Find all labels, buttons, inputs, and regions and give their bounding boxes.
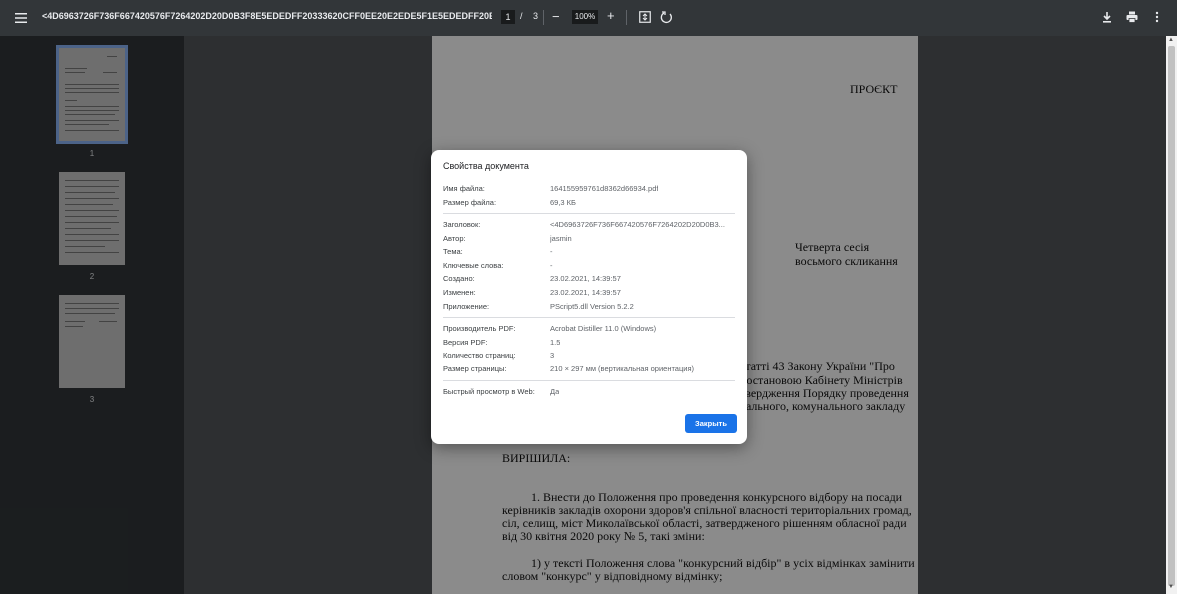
property-label: Ключевые слова:	[443, 261, 504, 270]
property-label: Приложение:	[443, 302, 490, 311]
close-button[interactable]: Закрыть	[685, 414, 737, 433]
property-value: 164155959761d8362d66934.pdf	[550, 184, 659, 193]
rotate-icon[interactable]	[660, 10, 674, 24]
scroll-down-arrow-icon[interactable]: ▼	[1168, 584, 1174, 590]
property-row-title: Заголовок: <4D6963726F736F667420576F7264…	[443, 220, 737, 232]
page-separator: /	[520, 11, 523, 21]
property-label: Тема:	[443, 247, 463, 256]
property-value: 23.02.2021, 14:39:57	[550, 274, 621, 283]
property-value: 3	[550, 351, 555, 360]
zoom-out-button[interactable]: −	[552, 10, 560, 24]
pdf-toolbar: <4D6963726F736F667420576F7264202D20D0B3F…	[0, 0, 1177, 36]
property-row-modified: Изменен: 23.02.2021, 14:39:57	[443, 288, 737, 300]
property-value: PScript5.dll Version 5.2.2	[550, 302, 634, 311]
property-label: Заголовок:	[443, 220, 481, 229]
property-label: Имя файла:	[443, 184, 485, 193]
property-value: 23.02.2021, 14:39:57	[550, 288, 621, 297]
property-row-fast-web-view: Быстрый просмотр в Web: Да	[443, 387, 737, 399]
section-divider	[443, 380, 735, 381]
property-row-pdf-producer: Производитель PDF: Acrobat Distiller 11.…	[443, 324, 737, 336]
property-label: Автор:	[443, 234, 466, 243]
property-row-subject: Тема: -	[443, 247, 737, 259]
property-value: Да	[550, 387, 560, 396]
property-row-file-size: Размер файла: 69,3 КБ	[443, 198, 737, 210]
menu-icon[interactable]	[14, 11, 28, 25]
property-row-pdf-version: Версия PDF: 1.5	[443, 338, 737, 350]
property-label: Размер страницы:	[443, 364, 507, 373]
property-label: Изменен:	[443, 288, 476, 297]
property-label: Создано:	[443, 274, 475, 283]
property-value: 210 × 297 мм (вертикальная ориентация)	[550, 364, 695, 373]
property-value: -	[550, 247, 553, 256]
property-value: <4D6963726F736F667420576F7264202D20D0B3.…	[550, 220, 725, 229]
download-icon[interactable]	[1100, 10, 1114, 24]
dialog-title: Свойства документа	[443, 161, 529, 171]
property-value: 69,3 КБ	[550, 198, 576, 207]
more-vert-icon[interactable]	[1151, 10, 1163, 24]
section-divider	[443, 317, 735, 318]
toolbar-divider	[626, 10, 627, 25]
vertical-scrollbar[interactable]: ▲ ▼	[1166, 36, 1177, 594]
zoom-in-button[interactable]: +	[607, 9, 615, 23]
property-value: Acrobat Distiller 11.0 (Windows)	[550, 324, 657, 333]
property-label: Версия PDF:	[443, 338, 488, 347]
property-label: Быстрый просмотр в Web:	[443, 387, 535, 396]
property-label: Количество страниц:	[443, 351, 516, 360]
fit-page-icon[interactable]	[639, 11, 651, 23]
property-value: -	[550, 261, 553, 270]
print-icon[interactable]	[1125, 10, 1139, 24]
property-row-application: Приложение: PScript5.dll Version 5.2.2	[443, 302, 737, 314]
document-title: <4D6963726F736F667420576F7264202D20D0B3F…	[42, 11, 492, 21]
page-number-input[interactable]: 1	[501, 10, 515, 24]
property-row-keywords: Ключевые слова: -	[443, 261, 737, 273]
section-divider	[443, 213, 735, 214]
property-row-author: Автор: jasmin	[443, 234, 737, 246]
scrollbar-thumb[interactable]	[1168, 46, 1175, 586]
property-row-page-size: Размер страницы: 210 × 297 мм (вертикаль…	[443, 364, 737, 376]
property-value: jasmin	[550, 234, 572, 243]
property-label: Производитель PDF:	[443, 324, 516, 333]
page-total: 3	[533, 11, 539, 21]
property-row-file-name: Имя файла: 164155959761d8362d66934.pdf	[443, 184, 737, 196]
zoom-level-input[interactable]: 100%	[572, 10, 598, 24]
property-label: Размер файла:	[443, 198, 497, 207]
property-row-created: Создано: 23.02.2021, 14:39:57	[443, 274, 737, 286]
property-row-page-count: Количество страниц: 3	[443, 351, 737, 363]
document-properties-dialog: Свойства документа Имя файла: 1641559597…	[431, 150, 747, 444]
scroll-up-arrow-icon[interactable]: ▲	[1168, 37, 1174, 43]
toolbar-divider	[543, 10, 544, 25]
property-value: 1.5	[550, 338, 561, 347]
